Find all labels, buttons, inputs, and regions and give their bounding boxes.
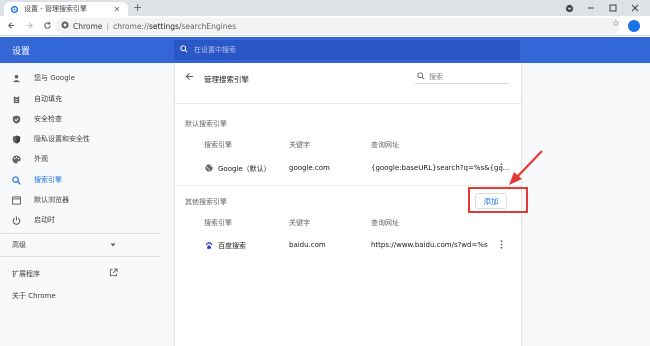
sidebar-item-safety-check[interactable]: 安全检查 bbox=[0, 109, 160, 129]
card-title: 管理搜索引擎 bbox=[204, 75, 249, 84]
clipboard-icon bbox=[12, 95, 21, 104]
sidebar-item-label: 默认浏览器 bbox=[34, 196, 69, 204]
sidebar-extensions[interactable]: 扩展程序 bbox=[0, 265, 130, 281]
sidebar-item-on-startup[interactable]: 启动时 bbox=[0, 210, 160, 230]
omnibox-separator: | bbox=[106, 21, 110, 31]
baidu-paw-icon bbox=[205, 241, 213, 249]
card-header: 管理搜索引擎 bbox=[175, 63, 521, 93]
browser-icon bbox=[12, 195, 21, 205]
omnibox-chrome-label: Chrome bbox=[73, 21, 103, 31]
bookmark-star-icon[interactable]: ☆ bbox=[612, 19, 620, 29]
engine-url: https://www.baidu.com/s?wd=%s bbox=[371, 241, 488, 249]
window-close-icon[interactable] bbox=[624, 1, 646, 15]
tab-strip: 设置 - 管理搜索引擎 ✕ + bbox=[0, 0, 650, 16]
divider bbox=[175, 103, 521, 104]
sidebar-advanced[interactable]: 高级 bbox=[0, 236, 130, 252]
back-arrow-icon[interactable] bbox=[185, 72, 194, 84]
other-section-title: 其他搜索引擎 bbox=[185, 198, 227, 206]
reload-icon[interactable] bbox=[40, 19, 54, 33]
url-text: chrome://settings/searchEngines bbox=[113, 22, 236, 31]
sidebar-about[interactable]: 关于 Chrome bbox=[0, 287, 130, 303]
annotation-highlight-box bbox=[468, 187, 528, 213]
sidebar-item-label: 启动时 bbox=[34, 216, 55, 224]
power-icon bbox=[12, 215, 21, 225]
column-header-url: 查询网址 bbox=[371, 141, 399, 149]
url-path: /searchEngines bbox=[178, 21, 236, 31]
engine-search[interactable] bbox=[415, 70, 509, 84]
more-vert-icon[interactable] bbox=[497, 240, 505, 251]
back-icon[interactable] bbox=[4, 19, 18, 33]
settings-search-input[interactable] bbox=[194, 46, 494, 54]
column-header-url: 查询网址 bbox=[371, 219, 399, 227]
sidebar-divider bbox=[0, 256, 160, 257]
person-icon bbox=[12, 74, 21, 83]
search-icon bbox=[417, 71, 425, 82]
sidebar: 您与 Google 自动填充 安全检查 隐私设置和安全性 外观 搜索引擎 默认浏… bbox=[0, 63, 160, 346]
palette-icon bbox=[12, 154, 21, 164]
browser-toolbar: Chrome | chrome://settings/searchEngines… bbox=[0, 16, 650, 36]
engine-search-input[interactable] bbox=[429, 72, 499, 81]
annotation-arrow-icon bbox=[509, 150, 543, 185]
advanced-label: 高级 bbox=[12, 241, 26, 249]
tab-title: 设置 - 管理搜索引擎 bbox=[24, 5, 87, 13]
settings-search[interactable] bbox=[174, 40, 520, 60]
sidebar-item-label: 您与 Google bbox=[34, 74, 75, 82]
url-host: settings bbox=[149, 21, 179, 31]
maximize-icon[interactable] bbox=[602, 1, 624, 15]
sidebar-item-you-and-google[interactable]: 您与 Google bbox=[0, 68, 160, 88]
engine-keyword: google.com bbox=[289, 164, 330, 172]
sidebar-item-appearance[interactable]: 外观 bbox=[0, 149, 160, 169]
engine-name: Google（默认） bbox=[218, 165, 271, 173]
sidebar-divider bbox=[0, 233, 160, 234]
sidebar-item-label: 自动填充 bbox=[34, 95, 62, 103]
about-label: 关于 Chrome bbox=[12, 292, 56, 300]
sidebar-item-label: 安全检查 bbox=[34, 115, 62, 123]
search-icon bbox=[12, 175, 21, 185]
sidebar-item-privacy[interactable]: 隐私设置和安全性 bbox=[0, 129, 160, 149]
sidebar-item-default-browser[interactable]: 默认浏览器 bbox=[0, 190, 160, 210]
minimize-icon[interactable] bbox=[580, 1, 602, 15]
gear-icon bbox=[10, 5, 19, 14]
sidebar-item-search-engine[interactable]: 搜索引擎 bbox=[0, 170, 160, 190]
shield-icon bbox=[12, 114, 21, 124]
column-header-keyword: 关键字 bbox=[289, 141, 310, 149]
engine-keyword: baidu.com bbox=[289, 241, 326, 249]
sidebar-item-label: 外观 bbox=[34, 155, 48, 163]
address-bar[interactable]: Chrome | chrome://settings/searchEngines bbox=[55, 18, 620, 34]
default-section-title: 默认搜索引擎 bbox=[185, 120, 227, 128]
url-prefix: chrome:// bbox=[113, 21, 150, 31]
forward-icon[interactable] bbox=[22, 19, 36, 33]
sidebar-item-autofill[interactable]: 自动填充 bbox=[0, 89, 160, 109]
column-header-engine: 搜索引擎 bbox=[204, 141, 232, 149]
new-tab-button[interactable]: + bbox=[133, 2, 142, 14]
sidebar-item-label: 搜索引擎 bbox=[34, 176, 62, 184]
extensions-label: 扩展程序 bbox=[12, 270, 40, 278]
search-icon bbox=[180, 45, 188, 55]
globe-icon bbox=[205, 164, 213, 172]
privacy-shield-icon bbox=[12, 134, 21, 144]
page-title: 设置 bbox=[12, 47, 31, 57]
close-tab-icon[interactable]: ✕ bbox=[112, 5, 122, 14]
engine-name: 百度搜索 bbox=[218, 242, 246, 250]
divider bbox=[175, 185, 521, 186]
tab-settings[interactable]: 设置 - 管理搜索引擎 ✕ bbox=[4, 2, 128, 16]
chevron-down-icon bbox=[110, 241, 116, 250]
column-header-engine: 搜索引擎 bbox=[204, 219, 232, 227]
sidebar-item-label: 隐私设置和安全性 bbox=[34, 135, 90, 143]
open-external-icon bbox=[109, 268, 118, 279]
engine-url: {google:baseURL}search?q=%s&{go... bbox=[371, 164, 510, 172]
settings-header: 设置 bbox=[0, 37, 650, 63]
avatar[interactable] bbox=[628, 20, 640, 32]
profile-menu-icon[interactable] bbox=[558, 1, 580, 15]
chrome-logo-icon bbox=[61, 21, 69, 31]
column-header-keyword: 关键字 bbox=[289, 219, 310, 227]
